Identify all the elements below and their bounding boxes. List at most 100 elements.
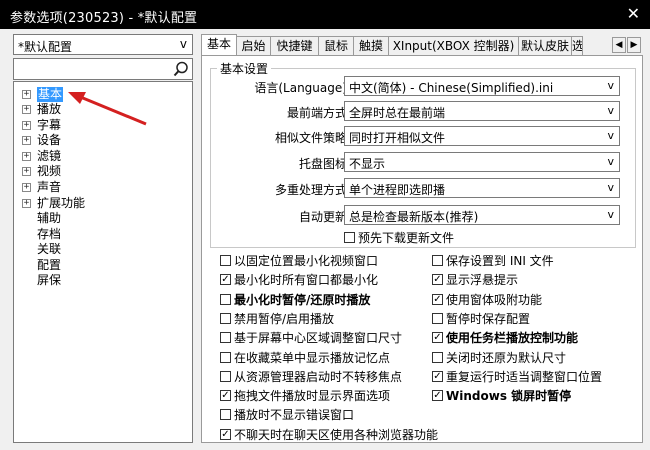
checkmark-icon[interactable]: ✓ — [220, 274, 231, 285]
tree-item-label: 字幕 — [37, 118, 62, 132]
checkmark-icon[interactable]: ✓ — [432, 332, 443, 343]
checkbox-label: 重复运行时适当调整窗口位置 — [446, 370, 603, 384]
checkbox-label: 关闭时还原为默认尺寸 — [446, 351, 567, 365]
setting-dropdown[interactable]: 单个进程即选即播 v — [344, 178, 620, 198]
setting-dropdown[interactable]: 不显示 v — [344, 152, 620, 172]
tab-scroll-right-icon[interactable]: ▶ — [627, 37, 641, 53]
dropdown-value: 总是检查最新版本(推荐) — [349, 210, 479, 224]
tab-5[interactable]: XInput(XBOX 控制器) — [388, 36, 519, 56]
checkbox-box[interactable] — [432, 352, 443, 363]
setting-dropdown[interactable]: 中文(简体) - Chinese(Simplified).ini v — [344, 76, 620, 96]
chevron-down-icon: v — [607, 129, 614, 142]
tree-item-label: 播放 — [37, 102, 62, 116]
expand-icon[interactable]: + — [22, 136, 31, 145]
tab-7[interactable]: 选 — [571, 36, 583, 56]
expand-icon[interactable]: + — [22, 90, 31, 99]
tree-item-label: 存档 — [37, 227, 62, 241]
setting-row: 自动更新: 总是检查最新版本(推荐) v — [210, 205, 636, 225]
setting-dropdown[interactable]: 全屏时总在最前端 v — [344, 101, 620, 121]
setting-label: 语言(Language): — [254, 81, 351, 95]
checkbox-box[interactable] — [220, 371, 231, 382]
checkbox-box[interactable] — [220, 294, 231, 305]
chevron-down-icon: v — [607, 181, 614, 194]
search-box[interactable] — [13, 58, 193, 80]
checkbox-label: 禁用暂停/启用播放 — [234, 312, 335, 326]
expand-icon[interactable]: + — [22, 183, 31, 192]
tree-item-label: 设备 — [37, 133, 62, 147]
checkbox-label: Windows 锁屏时暂停 — [446, 389, 572, 403]
checkbox-label: 显示浮悬提示 — [446, 273, 519, 287]
chevron-down-icon: v — [607, 155, 614, 168]
setting-label: 最前端方式: — [286, 106, 351, 120]
tab-1[interactable]: 启始 — [236, 36, 271, 56]
checkbox-label: 使用窗体吸附功能 — [446, 293, 543, 307]
setting-dropdown[interactable]: 总是检查最新版本(推荐) v — [344, 205, 620, 225]
preset-dropdown[interactable]: *默认配置 v — [13, 34, 193, 55]
group-title: 基本设置 — [220, 62, 269, 76]
tab-4[interactable]: 触摸 — [353, 36, 389, 56]
checkbox-box[interactable] — [220, 409, 231, 420]
tree-item-label: 辅助 — [37, 211, 62, 225]
search-input[interactable] — [17, 61, 167, 77]
checkbox-label: 最小化时所有窗口都最小化 — [234, 273, 379, 287]
checkbox-label: 以固定位置最小化视频窗口 — [234, 254, 379, 268]
tab-0[interactable]: 基本 — [201, 34, 237, 56]
checkbox-box[interactable] — [220, 313, 231, 324]
search-icon[interactable] — [172, 60, 190, 78]
checkbox-label: 使用任务栏播放控制功能 — [446, 331, 579, 345]
checkbox-label: 在收藏菜单中显示播放记忆点 — [234, 351, 391, 365]
tree-item-label: 基本 — [37, 87, 64, 102]
expand-icon[interactable]: + — [22, 167, 31, 176]
checkmark-icon[interactable]: ✓ — [432, 390, 443, 401]
checkmark-icon[interactable]: ✓ — [432, 371, 443, 382]
setting-row: 语言(Language): 中文(简体) - Chinese(Simplified… — [210, 76, 636, 96]
checkbox-label: 从资源管理器启动时不转移焦点 — [234, 370, 403, 384]
preset-value: *默认配置 — [18, 40, 73, 54]
tab-page-basic: 基本设置 语言(Language): 中文(简体) - Chinese(Simpl… — [201, 55, 643, 443]
tree-item-label: 视频 — [37, 164, 62, 178]
expand-icon[interactable]: + — [22, 121, 31, 130]
chevron-down-icon: v — [607, 104, 614, 117]
tab-bar: 基本 启始 快捷键 鼠标 触摸 XInput(XBOX 控制器) 默认皮肤选 ◀ ▶ — [201, 34, 643, 56]
chevron-down-icon: v — [179, 37, 187, 51]
category-tree: + 基本 + 播放 + 字幕 + 设备 + 滤镜 + 视频 + 声音 + 扩展功能 辅助 存档 关联 配置 屏保 — [13, 81, 193, 443]
dropdown-value: 全屏时总在最前端 — [349, 106, 446, 120]
expand-icon[interactable]: + — [22, 105, 31, 114]
checkbox-label: 最小化时暂停/还原时播放 — [234, 293, 371, 307]
tree-item-label: 关联 — [37, 242, 62, 256]
tab-6[interactable]: 默认皮肤 — [518, 36, 572, 56]
expand-icon[interactable]: + — [22, 152, 31, 161]
tab-scroll-left-icon[interactable]: ◀ — [612, 37, 626, 53]
tree-item-label: 屏保 — [37, 273, 62, 287]
predownload-box[interactable] — [344, 232, 355, 243]
setting-label: 多重处理方式: — [274, 183, 351, 197]
title-bar: 参数选项(230523) - *默认配置 ✕ — [0, 0, 650, 29]
setting-row: 最前端方式: 全屏时总在最前端 v — [210, 101, 636, 121]
tab-3[interactable]: 鼠标 — [318, 36, 354, 56]
checkbox-label: 暂停时保存配置 — [446, 312, 531, 326]
checkmark-icon[interactable]: ✓ — [220, 429, 231, 440]
checkbox-box[interactable] — [432, 313, 443, 324]
close-icon[interactable]: ✕ — [627, 5, 640, 23]
checkbox-label: 保存设置到 INI 文件 — [446, 254, 554, 268]
checkbox-label: 不聊天时在聊天区使用各种浏览器功能 — [234, 428, 439, 442]
checkbox-box[interactable] — [432, 255, 443, 266]
tree-item-label: 扩展功能 — [37, 196, 86, 210]
predownload-label: 预先下载更新文件 — [358, 231, 455, 245]
dropdown-value: 不显示 — [349, 157, 386, 171]
checkmark-icon[interactable]: ✓ — [220, 390, 231, 401]
tab-2[interactable]: 快捷键 — [270, 36, 319, 56]
checkbox-box[interactable] — [220, 332, 231, 343]
checkbox-box[interactable] — [220, 352, 231, 363]
setting-dropdown[interactable]: 同时打开相似文件 v — [344, 126, 620, 146]
setting-row: 相似文件策略: 同时打开相似文件 v — [210, 126, 636, 146]
checkmark-icon[interactable]: ✓ — [432, 274, 443, 285]
checkbox-label: 拖拽文件播放时显示界面选项 — [234, 389, 391, 403]
checkmark-icon[interactable]: ✓ — [432, 294, 443, 305]
checkbox-box[interactable] — [220, 255, 231, 266]
checkbox-label: 基于屏幕中心区域调整窗口尺寸 — [234, 331, 403, 345]
expand-icon[interactable]: + — [22, 199, 31, 208]
chevron-down-icon: v — [607, 79, 614, 92]
checkbox-label: 播放时不显示错误窗口 — [234, 408, 355, 422]
dropdown-value: 中文(简体) - Chinese(Simplified).ini — [349, 81, 554, 95]
